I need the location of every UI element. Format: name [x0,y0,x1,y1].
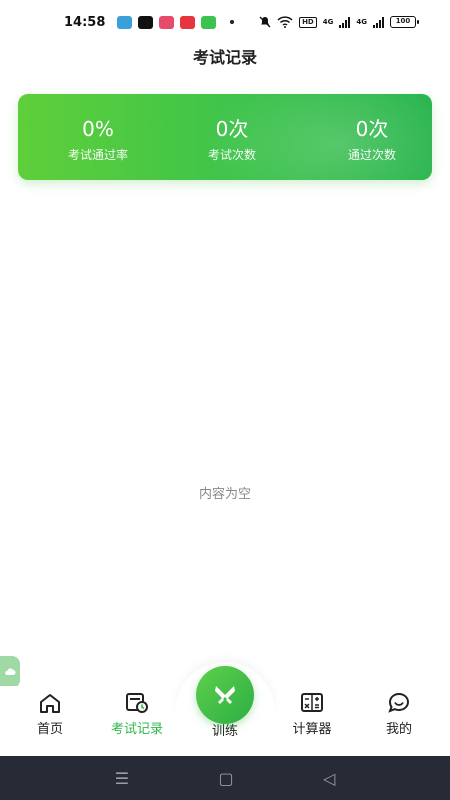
stat-label: 通过次数 [347,148,396,162]
nav-mine[interactable]: 我的 [359,692,439,737]
system-nav-bar: ☰ ▢ ◁ [0,756,450,800]
wifi-icon [277,16,293,28]
floating-side-tab[interactable] [0,656,20,688]
battery-icon: 100 [390,16,419,28]
hd-badge: HD [299,16,317,28]
nav-label: 训练 [211,724,238,739]
stat-value: 0次 [355,117,389,141]
stat-label: 考试通过率 [67,148,128,162]
stat-value: 0次 [215,117,249,141]
nav-label: 我的 [385,722,412,737]
nav-label: 计算器 [292,722,332,737]
stat-pass-rate: 0% 考试通过率 [48,116,148,163]
nav-home[interactable]: 首页 [10,692,90,737]
stat-value: 0% [82,117,114,141]
message-icon [201,15,217,29]
nav-calculator[interactable]: 计算器 [272,692,352,737]
more-notifications-dot [230,20,235,24]
stat-exam-count: 0次 考试次数 [186,116,278,163]
nav-label: 考试记录 [110,722,163,737]
menu-icon[interactable]: ☰ [115,769,129,788]
mute-bell-icon [259,16,271,28]
signal-label-2: 4G [356,18,367,26]
nav-exam-records[interactable]: 考试记录 [97,692,177,737]
signal-label-1: 4G [322,18,334,26]
tiktok-icon [138,15,154,29]
page-title: 考试记录 [192,48,257,67]
cloud-icon [5,668,16,675]
status-bar: 14:58 HD 4G 4G 100 [0,0,450,44]
stat-pass-count: 0次 通过次数 [322,116,422,163]
status-time: 14:58 [64,14,106,30]
home-icon [40,694,60,713]
train-icon [215,686,235,704]
empty-state-text: 内容为空 [198,487,251,502]
home-square-icon[interactable]: ▢ [218,769,233,788]
profile-icon [388,692,410,713]
nav-label: 首页 [36,722,63,737]
calculator-icon [301,693,323,712]
app-icon-4 [180,15,196,29]
signal-bars-2-icon [373,16,384,28]
stats-card: 0% 考试通过率 0次 考试次数 0次 通过次数 [18,94,432,180]
notification-icons [117,15,235,29]
back-icon[interactable]: ◁ [323,769,335,788]
status-right: HD 4G 4G 100 [259,16,419,28]
app-icon-3 [159,15,175,29]
exam-record-icon [126,693,148,713]
stat-label: 考试次数 [207,148,256,162]
train-button[interactable] [196,666,254,724]
signal-bars-1-icon [339,16,351,28]
app-notification-icon [117,15,133,29]
